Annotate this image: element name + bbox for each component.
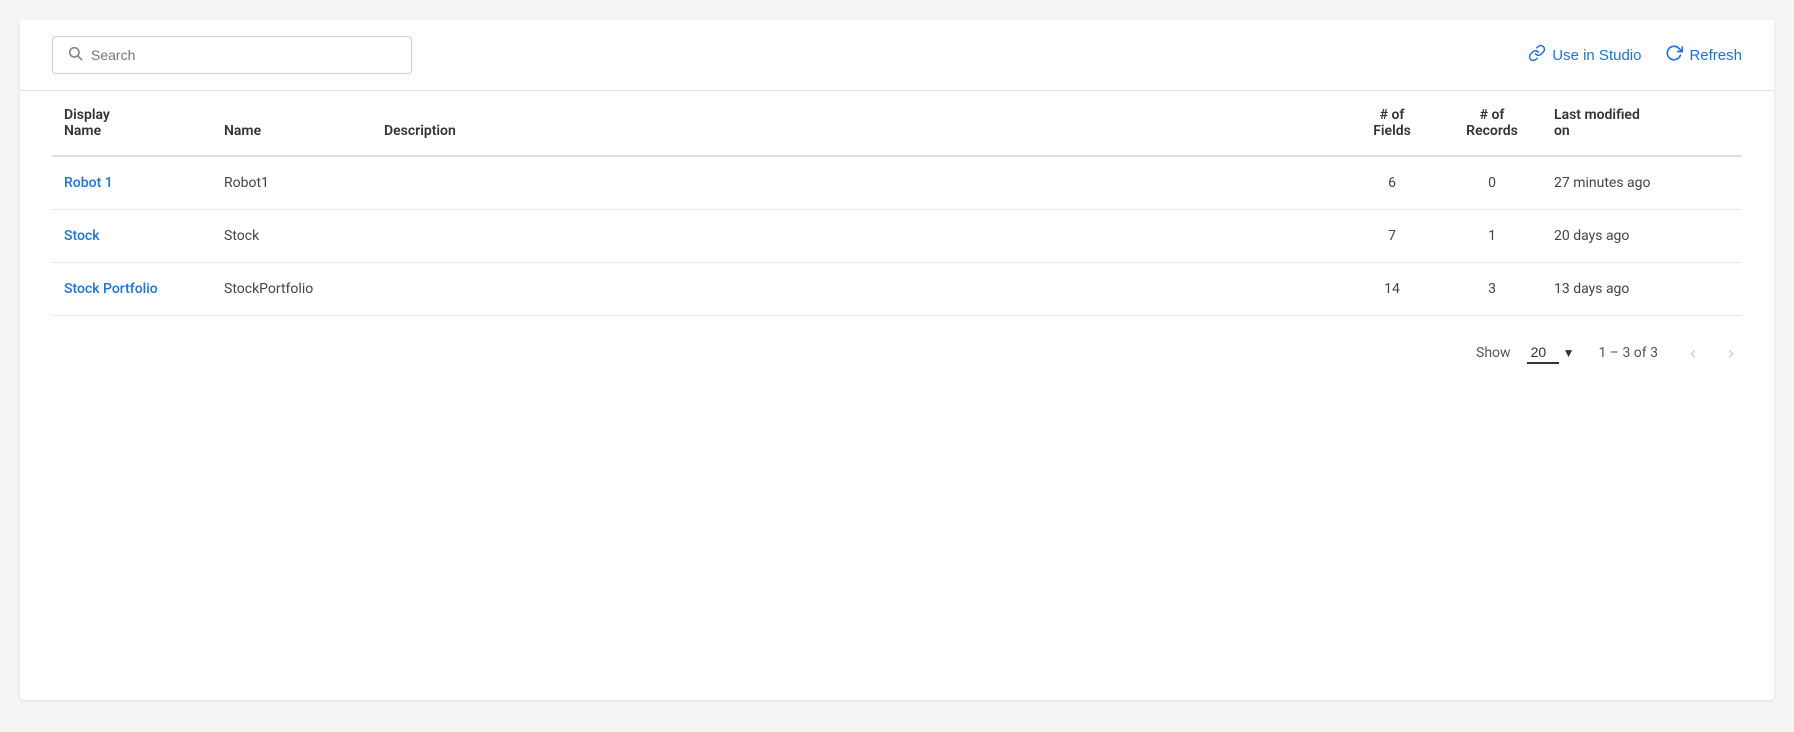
cell-description bbox=[372, 156, 1342, 210]
cell-records: 1 bbox=[1442, 210, 1542, 263]
refresh-label: Refresh bbox=[1689, 47, 1742, 64]
header-actions: Use in Studio Refresh bbox=[1528, 44, 1742, 66]
col-header-records: # of Records bbox=[1442, 91, 1542, 156]
pagination-bar: Show 102050100 ▼ 1 – 3 of 3 ‹ › bbox=[20, 316, 1774, 390]
table-row: Stock Portfolio StockPortfolio 14 3 13 d… bbox=[52, 263, 1742, 316]
table-body: Robot 1 Robot1 6 0 27 minutes ago Stock … bbox=[52, 156, 1742, 316]
use-in-studio-label: Use in Studio bbox=[1552, 47, 1641, 64]
search-wrapper[interactable] bbox=[52, 36, 412, 74]
table-row: Robot 1 Robot1 6 0 27 minutes ago bbox=[52, 156, 1742, 210]
search-icon bbox=[67, 45, 83, 65]
link-icon bbox=[1528, 44, 1546, 66]
show-select[interactable]: 102050100 bbox=[1527, 342, 1559, 364]
table-row: Stock Stock 7 1 20 days ago bbox=[52, 210, 1742, 263]
cell-name: Stock bbox=[212, 210, 372, 263]
cell-fields: 6 bbox=[1342, 156, 1442, 210]
cell-name: Robot1 bbox=[212, 156, 372, 210]
cell-modified: 27 minutes ago bbox=[1542, 156, 1742, 210]
col-header-modified: Last modified on bbox=[1542, 91, 1742, 156]
cell-display-name: Robot 1 bbox=[52, 156, 212, 210]
refresh-button[interactable]: Refresh bbox=[1665, 44, 1742, 66]
cell-modified: 13 days ago bbox=[1542, 263, 1742, 316]
cell-description bbox=[372, 210, 1342, 263]
cell-display-name: Stock Portfolio bbox=[52, 263, 212, 316]
search-input[interactable] bbox=[91, 47, 397, 63]
refresh-icon bbox=[1665, 44, 1683, 66]
entity-link[interactable]: Stock Portfolio bbox=[64, 281, 158, 297]
col-header-fields: # of Fields bbox=[1342, 91, 1442, 156]
table-container: Display Name Name Description # of Field… bbox=[20, 91, 1774, 316]
col-header-description: Description bbox=[372, 91, 1342, 156]
main-container: Use in Studio Refresh Display bbox=[20, 20, 1774, 700]
show-select-wrapper: 102050100 ▼ bbox=[1527, 342, 1575, 364]
entity-link[interactable]: Stock bbox=[64, 228, 100, 244]
col-header-display-name: Display Name bbox=[52, 91, 212, 156]
cell-records: 0 bbox=[1442, 156, 1542, 210]
entity-link[interactable]: Robot 1 bbox=[64, 175, 113, 191]
use-in-studio-button[interactable]: Use in Studio bbox=[1528, 44, 1641, 66]
table-header-row: Display Name Name Description # of Field… bbox=[52, 91, 1742, 156]
cell-description bbox=[372, 263, 1342, 316]
cell-display-name: Stock bbox=[52, 210, 212, 263]
cell-fields: 14 bbox=[1342, 263, 1442, 316]
col-header-name: Name bbox=[212, 91, 372, 156]
page-info: 1 – 3 of 3 bbox=[1598, 345, 1658, 361]
prev-page-button[interactable]: ‹ bbox=[1682, 340, 1704, 366]
header-bar: Use in Studio Refresh bbox=[20, 20, 1774, 91]
cell-name: StockPortfolio bbox=[212, 263, 372, 316]
cell-modified: 20 days ago bbox=[1542, 210, 1742, 263]
entities-table: Display Name Name Description # of Field… bbox=[52, 91, 1742, 316]
cell-records: 3 bbox=[1442, 263, 1542, 316]
chevron-down-icon: ▼ bbox=[1563, 346, 1575, 360]
show-label: Show bbox=[1476, 345, 1511, 361]
cell-fields: 7 bbox=[1342, 210, 1442, 263]
next-page-button[interactable]: › bbox=[1720, 340, 1742, 366]
